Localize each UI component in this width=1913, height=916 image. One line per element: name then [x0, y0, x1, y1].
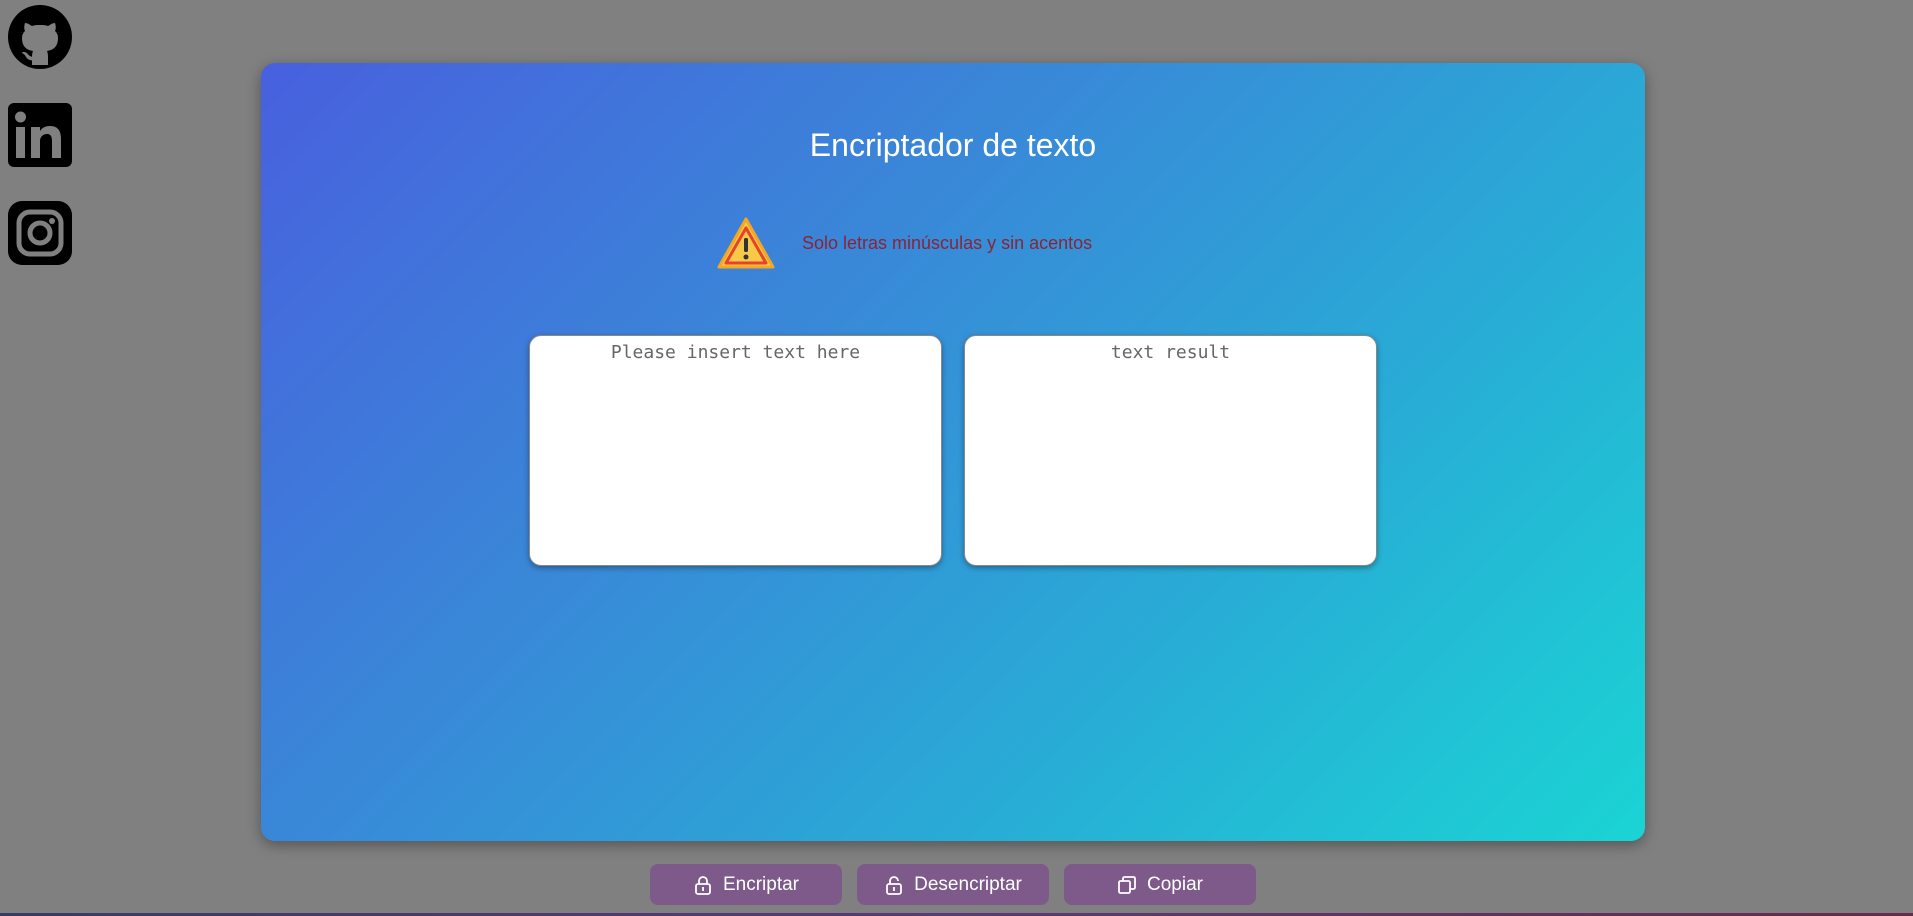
input-textarea[interactable] [529, 335, 942, 566]
instagram-link[interactable] [8, 201, 72, 265]
lock-icon [695, 875, 711, 895]
warning-icon [716, 216, 776, 270]
linkedin-link[interactable] [8, 103, 72, 167]
page-title: Encriptador de texto [809, 127, 1097, 163]
github-icon [8, 5, 72, 69]
decrypt-button[interactable]: Desencriptar [857, 864, 1049, 905]
unlock-icon [886, 875, 903, 895]
result-textarea[interactable] [964, 335, 1377, 566]
encrypt-button[interactable]: Encriptar [650, 864, 842, 905]
decrypt-button-label: Desencriptar [914, 873, 1022, 895]
linkedin-icon [8, 103, 72, 167]
github-link[interactable] [8, 5, 72, 69]
warning-message: Solo letras minúsculas y sin acentos [802, 233, 1093, 253]
copy-button-label: Copiar [1147, 873, 1203, 895]
encrypt-button-label: Encriptar [722, 873, 800, 895]
encryptor-card: Encriptador de texto Solo letras minúscu… [261, 63, 1645, 841]
instagram-icon [8, 201, 72, 265]
copy-icon [1118, 875, 1136, 894]
copy-button[interactable]: Copiar [1064, 864, 1256, 905]
